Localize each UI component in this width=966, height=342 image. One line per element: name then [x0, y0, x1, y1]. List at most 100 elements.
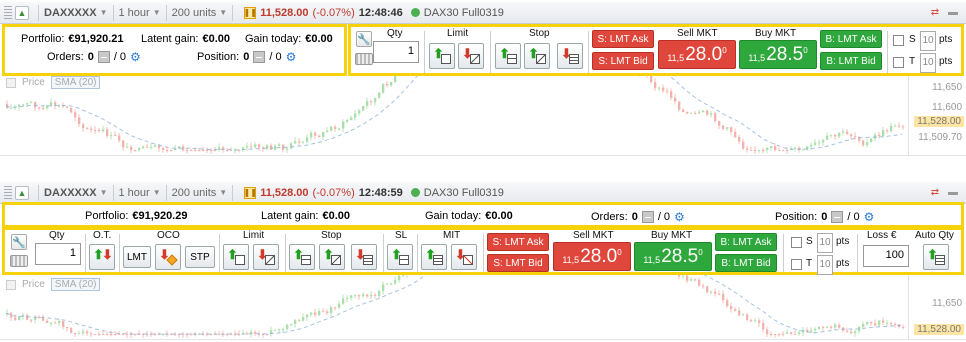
units-select[interactable]: 200 units ▼ [172, 7, 228, 19]
candle-body [722, 125, 725, 129]
gear-icon[interactable]: ⚙ [864, 210, 875, 224]
take-profit-checkbox[interactable] [893, 57, 904, 68]
take-profit-checkbox[interactable] [791, 259, 802, 270]
sync-icon[interactable]: ⇄ [928, 186, 942, 200]
pts-label: pts [939, 56, 953, 67]
pause-icon[interactable]: ❚❚ [244, 6, 257, 19]
keyboard-icon[interactable] [10, 255, 28, 267]
chart-type-icon[interactable]: ▲ [15, 5, 29, 20]
legend-sma[interactable]: SMA (20) [50, 278, 101, 291]
chart-toolbar-bottom: ▲ DAXXXXX ▼ 1 hour ▼ 200 units ▼ ❚❚ 11,528.… [0, 182, 966, 204]
sync-icon[interactable]: ⇄ [928, 6, 942, 20]
orders-window-icon[interactable] [641, 211, 654, 223]
one-triggers-button[interactable]: ⬆ ⬇ [89, 244, 115, 270]
stop-loss-checkbox[interactable] [791, 237, 802, 248]
take-profit-points-input[interactable]: 10 [817, 255, 833, 275]
buy-stop-limit-button[interactable]: ⬆ [524, 43, 550, 69]
candle-body [306, 137, 309, 142]
candle-body [246, 333, 249, 335]
chart-type-icon[interactable]: ▲ [15, 185, 29, 200]
gear-icon[interactable]: ⚙ [286, 50, 297, 64]
buy-stop-button[interactable]: ⬆ [495, 43, 521, 69]
buy-limit-button[interactable]: ⬆ [223, 244, 249, 270]
buy-market-button[interactable]: 11,5 28.5 0 [634, 242, 712, 271]
pts-label: pts [836, 258, 850, 269]
sell-market-button[interactable]: 11,5 28.0 0 [553, 242, 631, 271]
sell-market-button[interactable]: 11,5 28.0 0 [658, 40, 736, 69]
buy-stop-button[interactable]: ⬆ [289, 244, 315, 270]
sell-limit-ask-button[interactable]: S: LMT Ask [592, 30, 654, 48]
gear-icon[interactable]: ⚙ [130, 50, 141, 64]
sell-limit-bid-button[interactable]: S: LMT Bid [487, 254, 549, 272]
stop-loss-button[interactable]: ⬆ [387, 244, 413, 270]
drag-handle[interactable] [4, 5, 12, 20]
buy-limit-bid-button[interactable]: B: LMT Bid [820, 52, 882, 70]
loss-amount-input[interactable]: 100 [863, 245, 909, 267]
sell-limit-ask-button[interactable]: S: LMT Ask [487, 233, 549, 251]
lmt-button[interactable]: LMT [123, 246, 151, 268]
candle-body [886, 130, 889, 132]
candle-body [778, 334, 781, 335]
candle-body [690, 112, 693, 114]
wrench-icon[interactable]: 🔧 [11, 234, 27, 250]
candle-body [726, 127, 729, 129]
pause-icon[interactable]: ❚❚ [244, 186, 257, 199]
candle-body [146, 146, 149, 148]
gear-icon[interactable]: ⚙ [674, 210, 685, 224]
candle-body [58, 320, 61, 323]
stp-button[interactable]: STP [185, 246, 215, 268]
price-legend-swatch[interactable] [6, 77, 16, 88]
sell-limit-button[interactable]: ⬇ [253, 244, 279, 270]
drag-handle[interactable] [4, 185, 12, 200]
sell-limit-button[interactable]: ⬇ [458, 43, 484, 69]
candle-body [814, 142, 817, 145]
buy-limit-bid-button[interactable]: B: LMT Bid [715, 254, 777, 272]
candle-body [126, 146, 129, 148]
candle-body [310, 312, 313, 315]
stop-loss-points-input[interactable]: 10 [920, 31, 936, 51]
sell-limit-bid-button[interactable]: S: LMT Bid [592, 52, 654, 70]
sell-stop-button[interactable]: ⬇ [557, 43, 583, 69]
minimize-icon[interactable]: ▬ [946, 6, 960, 20]
chevron-down-icon: ▼ [152, 188, 161, 197]
buy-mit-button[interactable]: ⬆ [421, 244, 447, 270]
qty-input[interactable]: 1 [373, 41, 419, 63]
last-price: 11,528.00 [260, 6, 309, 19]
candle-body [730, 306, 733, 310]
sell-mit-button[interactable]: ⬇ [451, 244, 477, 270]
candle-body [358, 294, 361, 297]
take-profit-points-input[interactable]: 10 [920, 53, 936, 73]
units-select[interactable]: 200 units ▼ [172, 187, 228, 199]
price-legend-swatch[interactable] [6, 279, 16, 290]
buy-limit-ask-button[interactable]: B: LMT Ask [820, 30, 882, 48]
candle-body [742, 314, 745, 316]
buy-limit-ask-button[interactable]: B: LMT Ask [715, 233, 777, 251]
candle-body [30, 319, 33, 321]
candle-body [26, 103, 29, 105]
sell-stop-button[interactable]: ⬇ [351, 244, 377, 270]
ticker-select[interactable]: DAXXXXX ▼ [44, 187, 108, 199]
position-window-icon[interactable] [831, 211, 844, 223]
keyboard-icon[interactable] [355, 53, 373, 65]
buy-limit-button[interactable]: ⬆ [429, 43, 455, 69]
stop-loss-points-input[interactable]: 10 [817, 233, 833, 253]
auto-qty-button[interactable]: ⬆ [923, 244, 949, 270]
legend-sma[interactable]: SMA (20) [50, 76, 101, 89]
candle-body [390, 81, 393, 86]
gain-today-value: €0.00 [305, 33, 333, 45]
ticker-select[interactable]: DAXXXXX ▼ [44, 7, 108, 19]
candle-body [338, 128, 341, 130]
stop-loss-checkbox[interactable] [893, 35, 904, 46]
timeframe-select[interactable]: 1 hour ▼ [119, 187, 161, 199]
timeframe-select[interactable]: 1 hour ▼ [119, 7, 161, 19]
buy-stop-limit-button[interactable]: ⬆ [319, 244, 345, 270]
wrench-icon[interactable]: 🔧 [356, 31, 372, 47]
position-total: / 0 [269, 51, 282, 63]
qty-input[interactable]: 1 [35, 243, 81, 265]
orders-window-icon[interactable] [97, 51, 110, 63]
buy-market-button[interactable]: 11,5 28.5 0 [739, 40, 817, 69]
oco-button[interactable]: ⬇ [155, 244, 181, 270]
candle-body [778, 150, 781, 151]
minimize-icon[interactable]: ▬ [946, 186, 960, 200]
position-window-icon[interactable] [253, 51, 266, 63]
